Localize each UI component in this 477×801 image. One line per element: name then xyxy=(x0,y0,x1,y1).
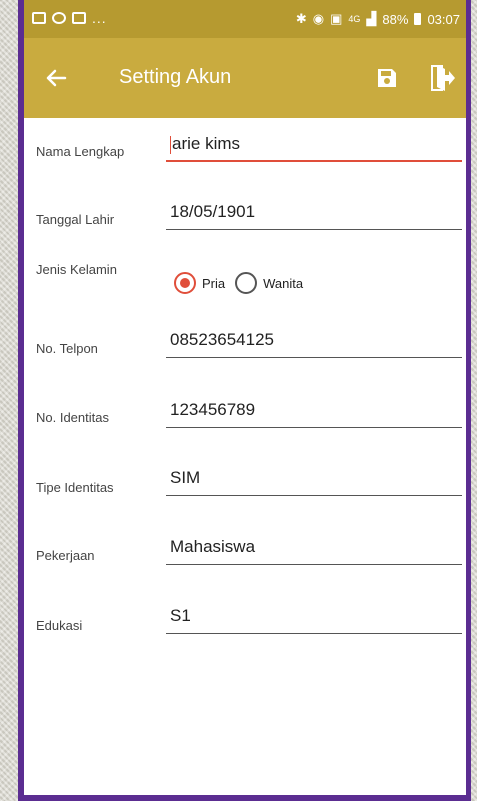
radio-pria[interactable] xyxy=(174,272,196,294)
tipe-identitas-value: SIM xyxy=(170,468,201,487)
tipe-identitas-label: Tipe Identitas xyxy=(36,480,114,495)
text-cursor xyxy=(170,135,171,154)
pekerjaan-value: Mahasiswa xyxy=(170,537,256,556)
app-screen: ... ✱ ◉ ▣ 4G ▟ 88% 03:07 Setting Akun Na… xyxy=(24,0,466,795)
no-identitas-label: No. Identitas xyxy=(36,410,109,425)
back-button[interactable] xyxy=(36,58,76,98)
tanggal-lahir-label: Tanggal Lahir xyxy=(36,212,115,227)
no-telpon-label: No. Telpon xyxy=(36,341,98,356)
edukasi-label: Edukasi xyxy=(36,618,83,633)
clock: 03:07 xyxy=(427,11,460,27)
nama-lengkap-value: arie kims xyxy=(172,134,241,153)
pekerjaan-label: Pekerjaan xyxy=(36,548,95,563)
tanggal-lahir-value: 18/05/1901 xyxy=(170,202,256,221)
battery-level: 88% xyxy=(382,11,409,27)
overflow-indicator: ... xyxy=(92,10,107,26)
pekerjaan-field[interactable]: Mahasiswa xyxy=(166,533,462,565)
radio-pria-label[interactable]: Pria xyxy=(202,276,225,291)
jenis-kelamin-label: Jenis Kelamin xyxy=(36,262,117,277)
nama-lengkap-field[interactable]: arie kims xyxy=(166,130,462,162)
no-identitas-value: 123456789 xyxy=(170,400,256,419)
nfc-icon: ▣ xyxy=(330,11,343,26)
radio-wanita[interactable] xyxy=(235,272,258,294)
arrow-left-icon xyxy=(46,69,67,87)
gallery-icon xyxy=(72,12,86,24)
page-title: Setting Akun xyxy=(119,66,232,88)
save-icon xyxy=(378,69,396,87)
whatsapp-icon xyxy=(52,12,66,24)
gender-radio-group: Pria Wanita xyxy=(174,272,313,294)
radio-wanita-label[interactable]: Wanita xyxy=(263,276,303,291)
edukasi-value: S1 xyxy=(170,606,191,625)
alarm-icon: ◉ xyxy=(312,11,325,26)
status-bar: ... ✱ ◉ ▣ 4G ▟ 88% 03:07 xyxy=(24,0,466,38)
no-telpon-field[interactable]: 08523654125 xyxy=(166,326,462,358)
logout-button[interactable] xyxy=(424,58,460,98)
logout-icon xyxy=(431,65,455,91)
image-icon xyxy=(32,12,46,24)
nama-lengkap-label: Nama Lengkap xyxy=(36,144,125,159)
save-button[interactable] xyxy=(369,60,405,96)
bluetooth-icon: ✱ xyxy=(295,11,307,26)
signal-icon: ▟ xyxy=(366,11,377,26)
edukasi-field[interactable]: S1 xyxy=(166,602,462,634)
no-telpon-value: 08523654125 xyxy=(170,330,275,349)
network-indicator: 4G xyxy=(348,14,361,24)
no-identitas-field[interactable]: 123456789 xyxy=(166,396,462,428)
tanggal-lahir-field[interactable]: 18/05/1901 xyxy=(166,198,462,230)
tipe-identitas-field[interactable]: SIM xyxy=(166,464,462,496)
app-toolbar: Setting Akun xyxy=(24,38,466,118)
battery-icon xyxy=(414,13,422,25)
